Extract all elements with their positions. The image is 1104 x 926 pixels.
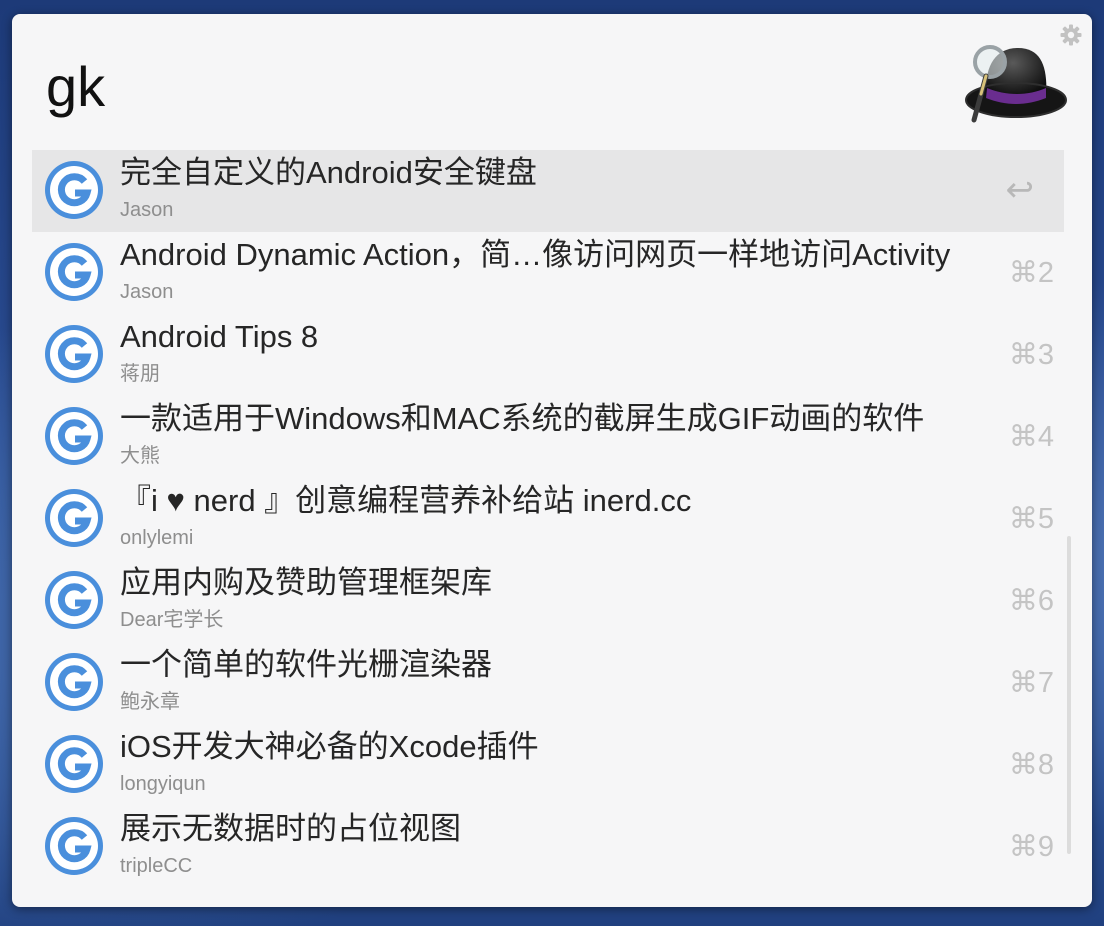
- g-letter-icon: [44, 488, 104, 548]
- g-letter-icon: [44, 406, 104, 466]
- g-letter-icon: [44, 242, 104, 302]
- shortcut-hint: ⌘8: [1008, 749, 1054, 781]
- g-letter-icon: [44, 734, 104, 794]
- result-subtitle: 蒋朋: [120, 363, 160, 385]
- g-letter-icon: [44, 570, 104, 630]
- result-row[interactable]: 一个简单的软件光栅渲染器鲍永章 ⌘7: [32, 642, 1064, 724]
- g-letter-icon: [44, 160, 104, 220]
- alfred-window: gk 完全自定义的Android安全键盘 Jason ↩ Android Dyn…: [12, 14, 1092, 907]
- alfred-hat-logo: [960, 38, 1068, 124]
- return-arrow-icon: ↩: [1005, 171, 1035, 209]
- result-subtitle: onlylemi: [120, 527, 194, 549]
- result-row[interactable]: 完全自定义的Android安全键盘 Jason ↩: [32, 150, 1064, 232]
- result-subtitle: tripleCC: [120, 855, 193, 877]
- shortcut-hint: ⌘3: [1008, 339, 1054, 371]
- result-title: Android Dynamic Action，简…像访问网页一样地访问Activ…: [120, 237, 951, 272]
- results-list: 完全自定义的Android安全键盘 Jason ↩ Android Dynamic A…: [32, 150, 1064, 888]
- result-subtitle: 大熊: [120, 445, 160, 467]
- result-row[interactable]: 『i ♥ nerd 』创意编程营养补给站 inerd.cc onlylemi ⌘5: [32, 478, 1064, 560]
- result-row[interactable]: Android Dynamic Action，简…像访问网页一样地访问Activ…: [32, 232, 1064, 314]
- result-title: 一个简单的软件光栅渲染器: [120, 647, 492, 682]
- result-subtitle: Jason: [120, 281, 174, 303]
- g-letter-icon: [44, 652, 104, 712]
- result-title: Android Tips 8: [120, 319, 319, 354]
- result-row[interactable]: 展示无数据时的占位视图 tripleCC ⌘9: [32, 806, 1064, 888]
- result-title: 一款适用于Windows和MAC系统的截屏生成GIF动画的软件: [120, 401, 925, 436]
- result-subtitle: 鲍永章: [120, 691, 180, 713]
- result-subtitle: longyiqun: [120, 773, 206, 795]
- shortcut-hint: ⌘9: [1008, 831, 1054, 863]
- shortcut-hint: ⌘5: [1008, 503, 1054, 535]
- result-title: 『i ♥ nerd 』创意编程营养补给站 inerd.cc: [120, 483, 692, 518]
- shortcut-hint: ⌘2: [1008, 257, 1054, 289]
- g-letter-icon: [44, 324, 104, 384]
- scrollbar[interactable]: [1067, 536, 1071, 854]
- result-subtitle: Dear宅学长: [120, 609, 224, 631]
- result-title: 应用内购及赞助管理框架库: [120, 565, 492, 600]
- result-row[interactable]: iOS开发大神必备的Xcode插件 longyiqun ⌘8: [32, 724, 1064, 806]
- g-letter-icon: [44, 816, 104, 876]
- shortcut-hint: ⌘6: [1008, 585, 1054, 617]
- shortcut-hint: ⌘4: [1008, 421, 1054, 453]
- shortcut-hint: ⌘7: [1008, 667, 1054, 699]
- result-title: 展示无数据时的占位视图: [120, 811, 461, 846]
- result-title: 完全自定义的Android安全键盘: [120, 155, 537, 190]
- result-row[interactable]: Android Tips 8 蒋朋 ⌘3: [32, 314, 1064, 396]
- result-row[interactable]: 应用内购及赞助管理框架库 Dear宅学长 ⌘6: [32, 560, 1064, 642]
- search-input[interactable]: gk: [46, 54, 105, 120]
- result-subtitle: Jason: [120, 199, 174, 221]
- result-row[interactable]: 一款适用于Windows和MAC系统的截屏生成GIF动画的软件大熊 ⌘4: [32, 396, 1064, 478]
- result-title: iOS开发大神必备的Xcode插件: [120, 729, 539, 764]
